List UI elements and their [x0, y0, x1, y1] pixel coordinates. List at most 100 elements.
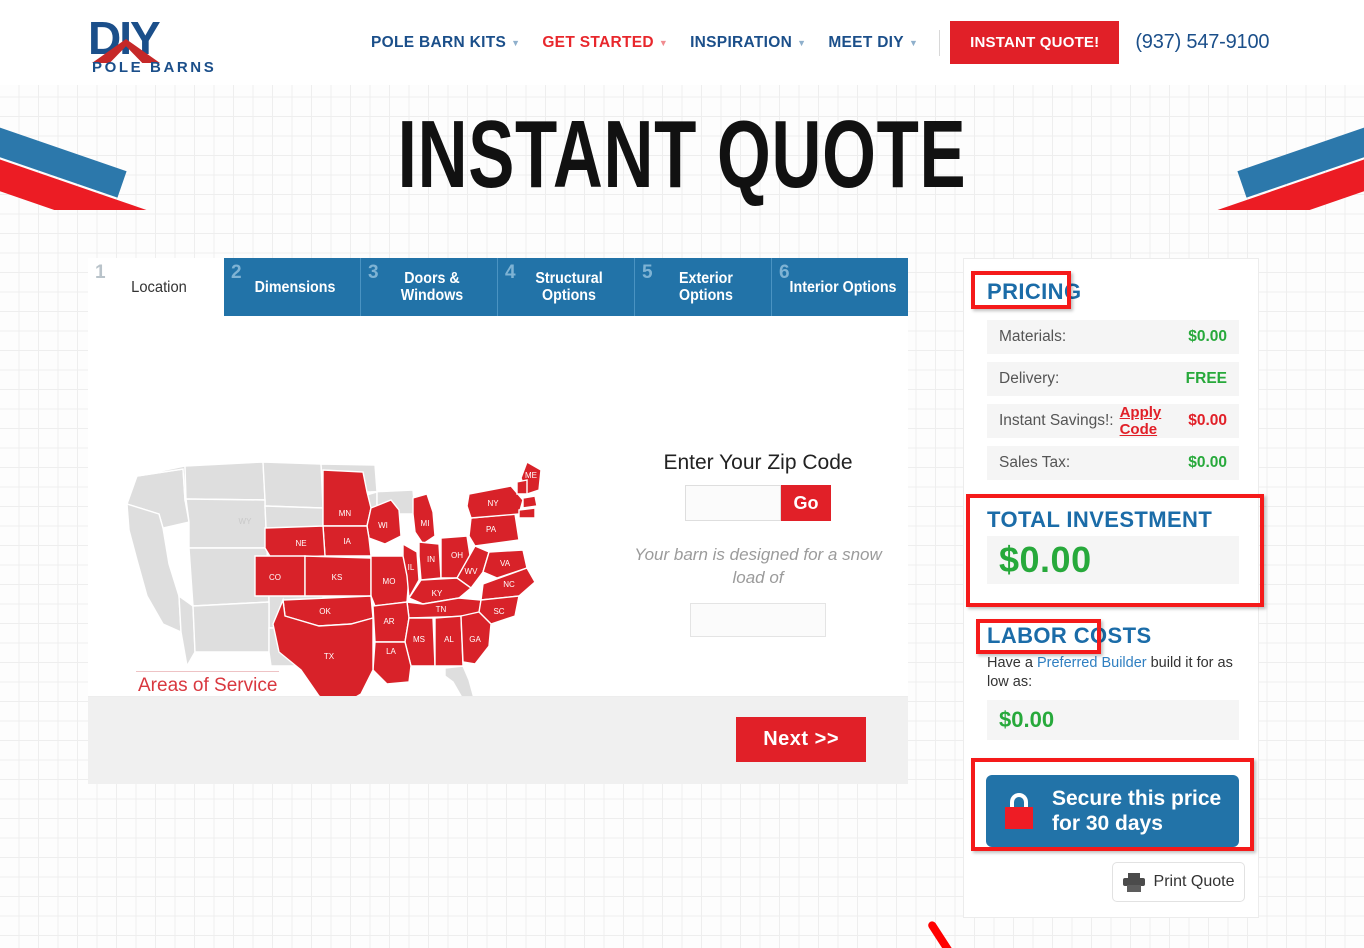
wizard-footer: Next >> [88, 696, 908, 784]
labor-note-pre: Have a [987, 655, 1037, 671]
instant-quote-button[interactable]: INSTANT QUOTE! [950, 21, 1120, 64]
preferred-builder-link[interactable]: Preferred Builder [1037, 655, 1147, 671]
tab-label: Structural Options [535, 270, 603, 304]
page-root: DIY POLE BARNS POLE BARN KITS ▼ GET STAR… [0, 0, 1364, 948]
price-row-instant-savings: Instant Savings!: Apply Code $0.00 [987, 404, 1239, 438]
wizard-tabs: 1 Location 2 Dimensions 3 Doors & Window… [88, 258, 908, 316]
nav-label: INSPIRATION [690, 33, 793, 51]
lock-icon [1002, 793, 1036, 829]
map-state-label-TX: TX [324, 652, 335, 661]
secure-price-label: Secure this price for 30 days [1052, 786, 1221, 836]
chevron-down-icon: ▼ [658, 37, 669, 48]
page-title: INSTANT QUOTE [397, 101, 967, 208]
map-state-label-MO: MO [383, 577, 396, 586]
zip-code-input[interactable] [685, 485, 781, 521]
print-quote-label: Print Quote [1153, 873, 1235, 890]
map-state-label-IA: IA [343, 537, 351, 546]
labor-costs-box: $0.00 [987, 700, 1239, 740]
map-state-label-NE: NE [295, 539, 306, 548]
site-header: DIY POLE BARNS POLE BARN KITS ▼ GET STAR… [0, 0, 1364, 85]
map-state-label-NC: NC [503, 580, 515, 589]
map-state-label-AR: AR [383, 617, 394, 626]
total-investment-box: $0.00 [987, 536, 1239, 584]
map-state-label-IN: IN [427, 555, 435, 564]
nav-label: POLE BARN KITS [371, 33, 507, 51]
map-state-label-SC: SC [493, 607, 504, 616]
quote-wizard: 1 Location 2 Dimensions 3 Doors & Window… [88, 258, 908, 784]
map-state-label-OK: OK [319, 607, 331, 616]
labor-costs-value: $0.00 [999, 707, 1055, 732]
print-quote-button[interactable]: Print Quote [1112, 862, 1245, 902]
price-row-materials: Materials: $0.00 [987, 320, 1239, 354]
price-value: FREE [1185, 370, 1227, 387]
total-investment-value: $0.00 [999, 539, 1092, 580]
tab-label: Interior Options [789, 278, 897, 296]
phone-number[interactable]: (937) 547-9100 [1135, 31, 1269, 54]
map-state-label-ME: ME [525, 471, 537, 480]
price-value: $0.00 [1188, 412, 1227, 429]
zip-code-form: Enter Your Zip Code Go Your barn is desi… [633, 451, 883, 637]
price-value: $0.00 [1188, 454, 1227, 471]
tab-label: Location [131, 278, 187, 296]
chevron-down-icon: ▼ [797, 37, 807, 48]
printer-icon [1122, 872, 1145, 892]
map-state-label-MI: MI [421, 519, 430, 528]
price-label: Sales Tax: [999, 454, 1071, 471]
tab-label: Exterior Options [679, 270, 733, 304]
tab-exterior-options[interactable]: 5 Exterior Options [635, 258, 772, 316]
zip-code-label: Enter Your Zip Code [663, 451, 853, 474]
map-state-label-KS: KS [332, 573, 343, 582]
wizard-panel-location: MN WI MI IA NE CO KS MO IL IN OH PA NY M… [88, 316, 908, 714]
chevron-down-icon: ▼ [908, 37, 919, 48]
map-state-label-MS: MS [413, 635, 425, 644]
nav-divider [939, 29, 941, 56]
price-label: Delivery: [999, 370, 1060, 387]
page-banner: INSTANT QUOTE [0, 85, 1364, 210]
chevron-down-icon: ▼ [511, 37, 521, 48]
tab-label: Dimensions [254, 278, 336, 296]
price-label: Instant Savings!: [999, 412, 1114, 429]
map-state-label-WV: WV [465, 567, 479, 576]
map-state-label-KY: KY [432, 589, 443, 598]
nav-label: GET STARTED [542, 33, 654, 51]
snow-load-input[interactable] [690, 603, 826, 637]
price-value: $0.00 [1188, 328, 1227, 345]
zip-input-row: Go [633, 485, 883, 521]
map-state-label-WI: WI [378, 521, 388, 530]
tab-interior-options[interactable]: 6 Interior Options [772, 258, 908, 316]
map-state-label-GA: GA [469, 635, 481, 644]
secure-price-line2: for 30 days [1052, 812, 1163, 835]
map-state-label-IL: IL [408, 563, 415, 572]
site-logo[interactable]: DIY POLE BARNS [88, 15, 228, 76]
annotation-arrow [926, 919, 956, 948]
map-state-label-CO: CO [269, 573, 281, 582]
secure-price-button[interactable]: Secure this price for 30 days [986, 775, 1239, 847]
price-row-delivery: Delivery: FREE [987, 362, 1239, 396]
map-state-label-NY: NY [487, 499, 499, 508]
tab-structural-options[interactable]: 4 Structural Options [498, 258, 635, 316]
map-state-label-LA: LA [386, 647, 396, 656]
logo-text-sub: POLE BARNS [92, 59, 217, 76]
map-state-label-WY: WY [239, 517, 253, 526]
map-state-label-PA: PA [486, 525, 497, 534]
map-state-label-VA: VA [500, 559, 511, 568]
tab-doors-windows[interactable]: 3 Doors & Windows [361, 258, 498, 316]
nav-label: MEET DIY [828, 33, 904, 51]
nav-item-pole-barn-kits[interactable]: POLE BARN KITS ▼ [360, 34, 531, 52]
usa-service-map[interactable]: MN WI MI IA NE CO KS MO IL IN OH PA NY M… [123, 456, 543, 726]
map-state-label-TN: TN [436, 605, 447, 614]
tab-dimensions[interactable]: 2 Dimensions [224, 258, 361, 316]
apply-code-link[interactable]: Apply Code [1120, 404, 1189, 438]
nav-item-inspiration[interactable]: INSPIRATION ▼ [679, 34, 817, 52]
labor-costs-heading: LABOR COSTS [987, 623, 1152, 648]
next-button[interactable]: Next >> [736, 717, 866, 762]
map-state-label-AL: AL [444, 635, 454, 644]
nav-item-get-started[interactable]: GET STARTED ▼ [531, 34, 679, 52]
zip-go-button[interactable]: Go [781, 485, 831, 521]
pricing-sidebar: PRICING Materials: $0.00 Delivery: FREE … [963, 258, 1259, 918]
map-state-label-OH: OH [451, 551, 463, 560]
price-label: Materials: [999, 328, 1067, 345]
tab-location[interactable]: 1 Location [88, 258, 224, 316]
map-state-label-MN: MN [339, 509, 352, 518]
nav-item-meet-diy[interactable]: MEET DIY ▼ [817, 34, 929, 52]
